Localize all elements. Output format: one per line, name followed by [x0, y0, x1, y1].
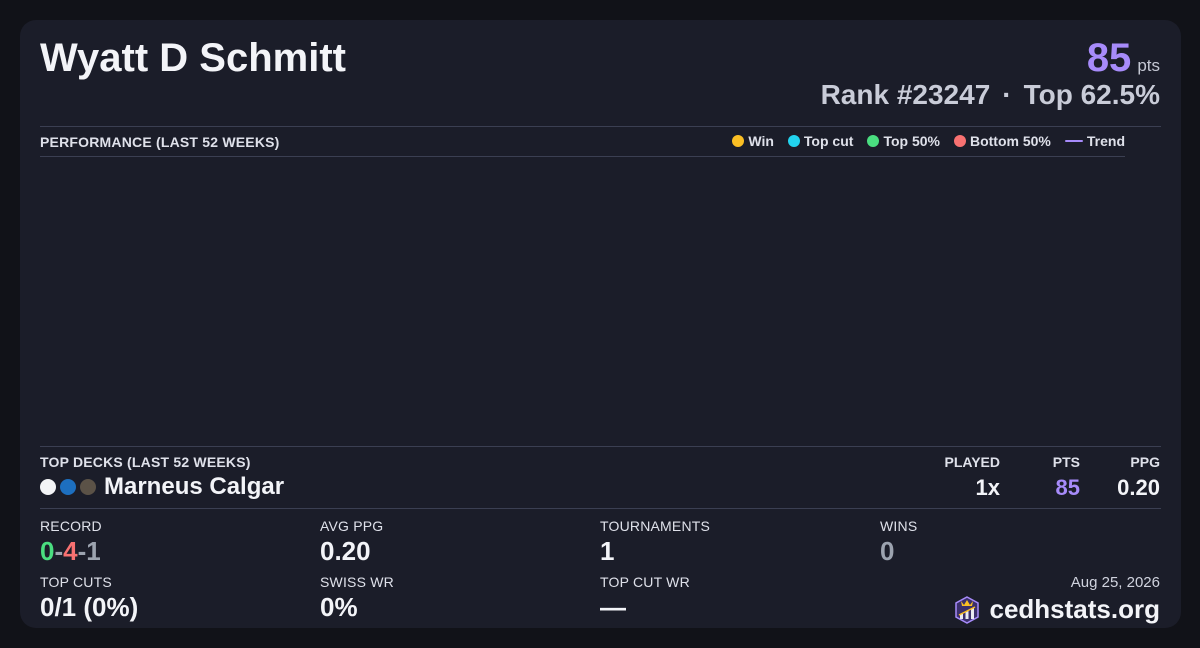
top-cut-dot-icon: [787, 135, 800, 147]
points-value: 85: [1086, 36, 1132, 80]
wins-label: WINS: [880, 518, 918, 534]
deck-name: Marneus Calgar: [104, 473, 285, 500]
record-value: 0-4-1: [40, 536, 101, 566]
avg-ppg-label: AVG PPG: [320, 518, 384, 534]
performance-chart-area: [40, 157, 1125, 445]
player-card: Wyatt D Schmitt 85 pts Rank #23247 · Top 62…: [20, 20, 1181, 628]
rank: Rank #23247: [820, 79, 991, 110]
brand-logo-icon: [954, 595, 979, 624]
deck-row: Marneus Calgar: [40, 473, 284, 501]
top-decks-title: TOP DECKS (LAST 52 WEEKS): [40, 454, 251, 470]
report-date: Aug 25, 2026: [1070, 574, 1160, 591]
legend-item-top-50: Top 50%: [867, 133, 940, 149]
player-name: Wyatt D Schmitt: [40, 36, 346, 80]
swiss-wr-value: 0%: [320, 592, 358, 622]
brand-name: cedhstats.org: [989, 594, 1161, 624]
wins-value: 0: [880, 536, 895, 566]
points-unit: pts: [1137, 56, 1160, 75]
rank-separator: ·: [1002, 79, 1012, 110]
legend-item-bottom-50: Bottom 50%: [953, 133, 1051, 149]
legend-item-trend: Trend: [1064, 133, 1125, 149]
divider-top: [40, 126, 1161, 127]
tournaments-label: TOURNAMENTS: [600, 518, 711, 534]
record-wins: 0: [40, 536, 55, 566]
chart-legend: Win Top cut Top 50% Bottom 50% Trend: [732, 133, 1125, 149]
divider-stats: [40, 508, 1161, 509]
top-cut-wr-value: —: [600, 592, 626, 622]
record-label: RECORD: [40, 518, 102, 534]
bottom-50-dot-icon: [953, 135, 966, 147]
deck-played: 1x: [975, 475, 1000, 500]
deck-pts: 85: [1055, 475, 1080, 500]
trend-line-icon: [1064, 140, 1083, 142]
top-cuts-value: 0/1 (0%): [40, 592, 139, 622]
white-mana-icon: [40, 479, 56, 495]
divider-decks: [40, 446, 1161, 447]
top-50-dot-icon: [867, 135, 880, 147]
deck-ppg: 0.20: [1117, 475, 1160, 500]
performance-title: PERFORMANCE (LAST 52 WEEKS): [40, 134, 280, 150]
tournaments-value: 1: [600, 536, 615, 566]
legend-item-top-cut: Top cut: [787, 133, 853, 149]
record-draws: 1: [86, 536, 101, 566]
rank-line: Rank #23247 · Top 62.5%: [821, 79, 1160, 111]
points-display: 85 pts: [1087, 36, 1160, 81]
blue-mana-icon: [60, 479, 76, 495]
top-cuts-label: TOP CUTS: [40, 574, 112, 590]
colorless-mana-icon: [80, 479, 96, 495]
avg-ppg-value: 0.20: [320, 536, 371, 566]
pts-header: PTS: [1052, 454, 1080, 470]
ppg-header: PPG: [1130, 454, 1160, 470]
swiss-wr-label: SWISS WR: [320, 574, 394, 590]
top-cut-wr-label: TOP CUT WR: [600, 574, 690, 590]
top-percent: Top 62.5%: [1023, 79, 1160, 110]
legend-item-win: Win: [732, 133, 774, 149]
played-header: PLAYED: [944, 454, 1000, 470]
record-losses: 4: [63, 536, 78, 566]
brand[interactable]: cedhstats.org: [952, 594, 1161, 625]
win-dot-icon: [732, 135, 745, 147]
